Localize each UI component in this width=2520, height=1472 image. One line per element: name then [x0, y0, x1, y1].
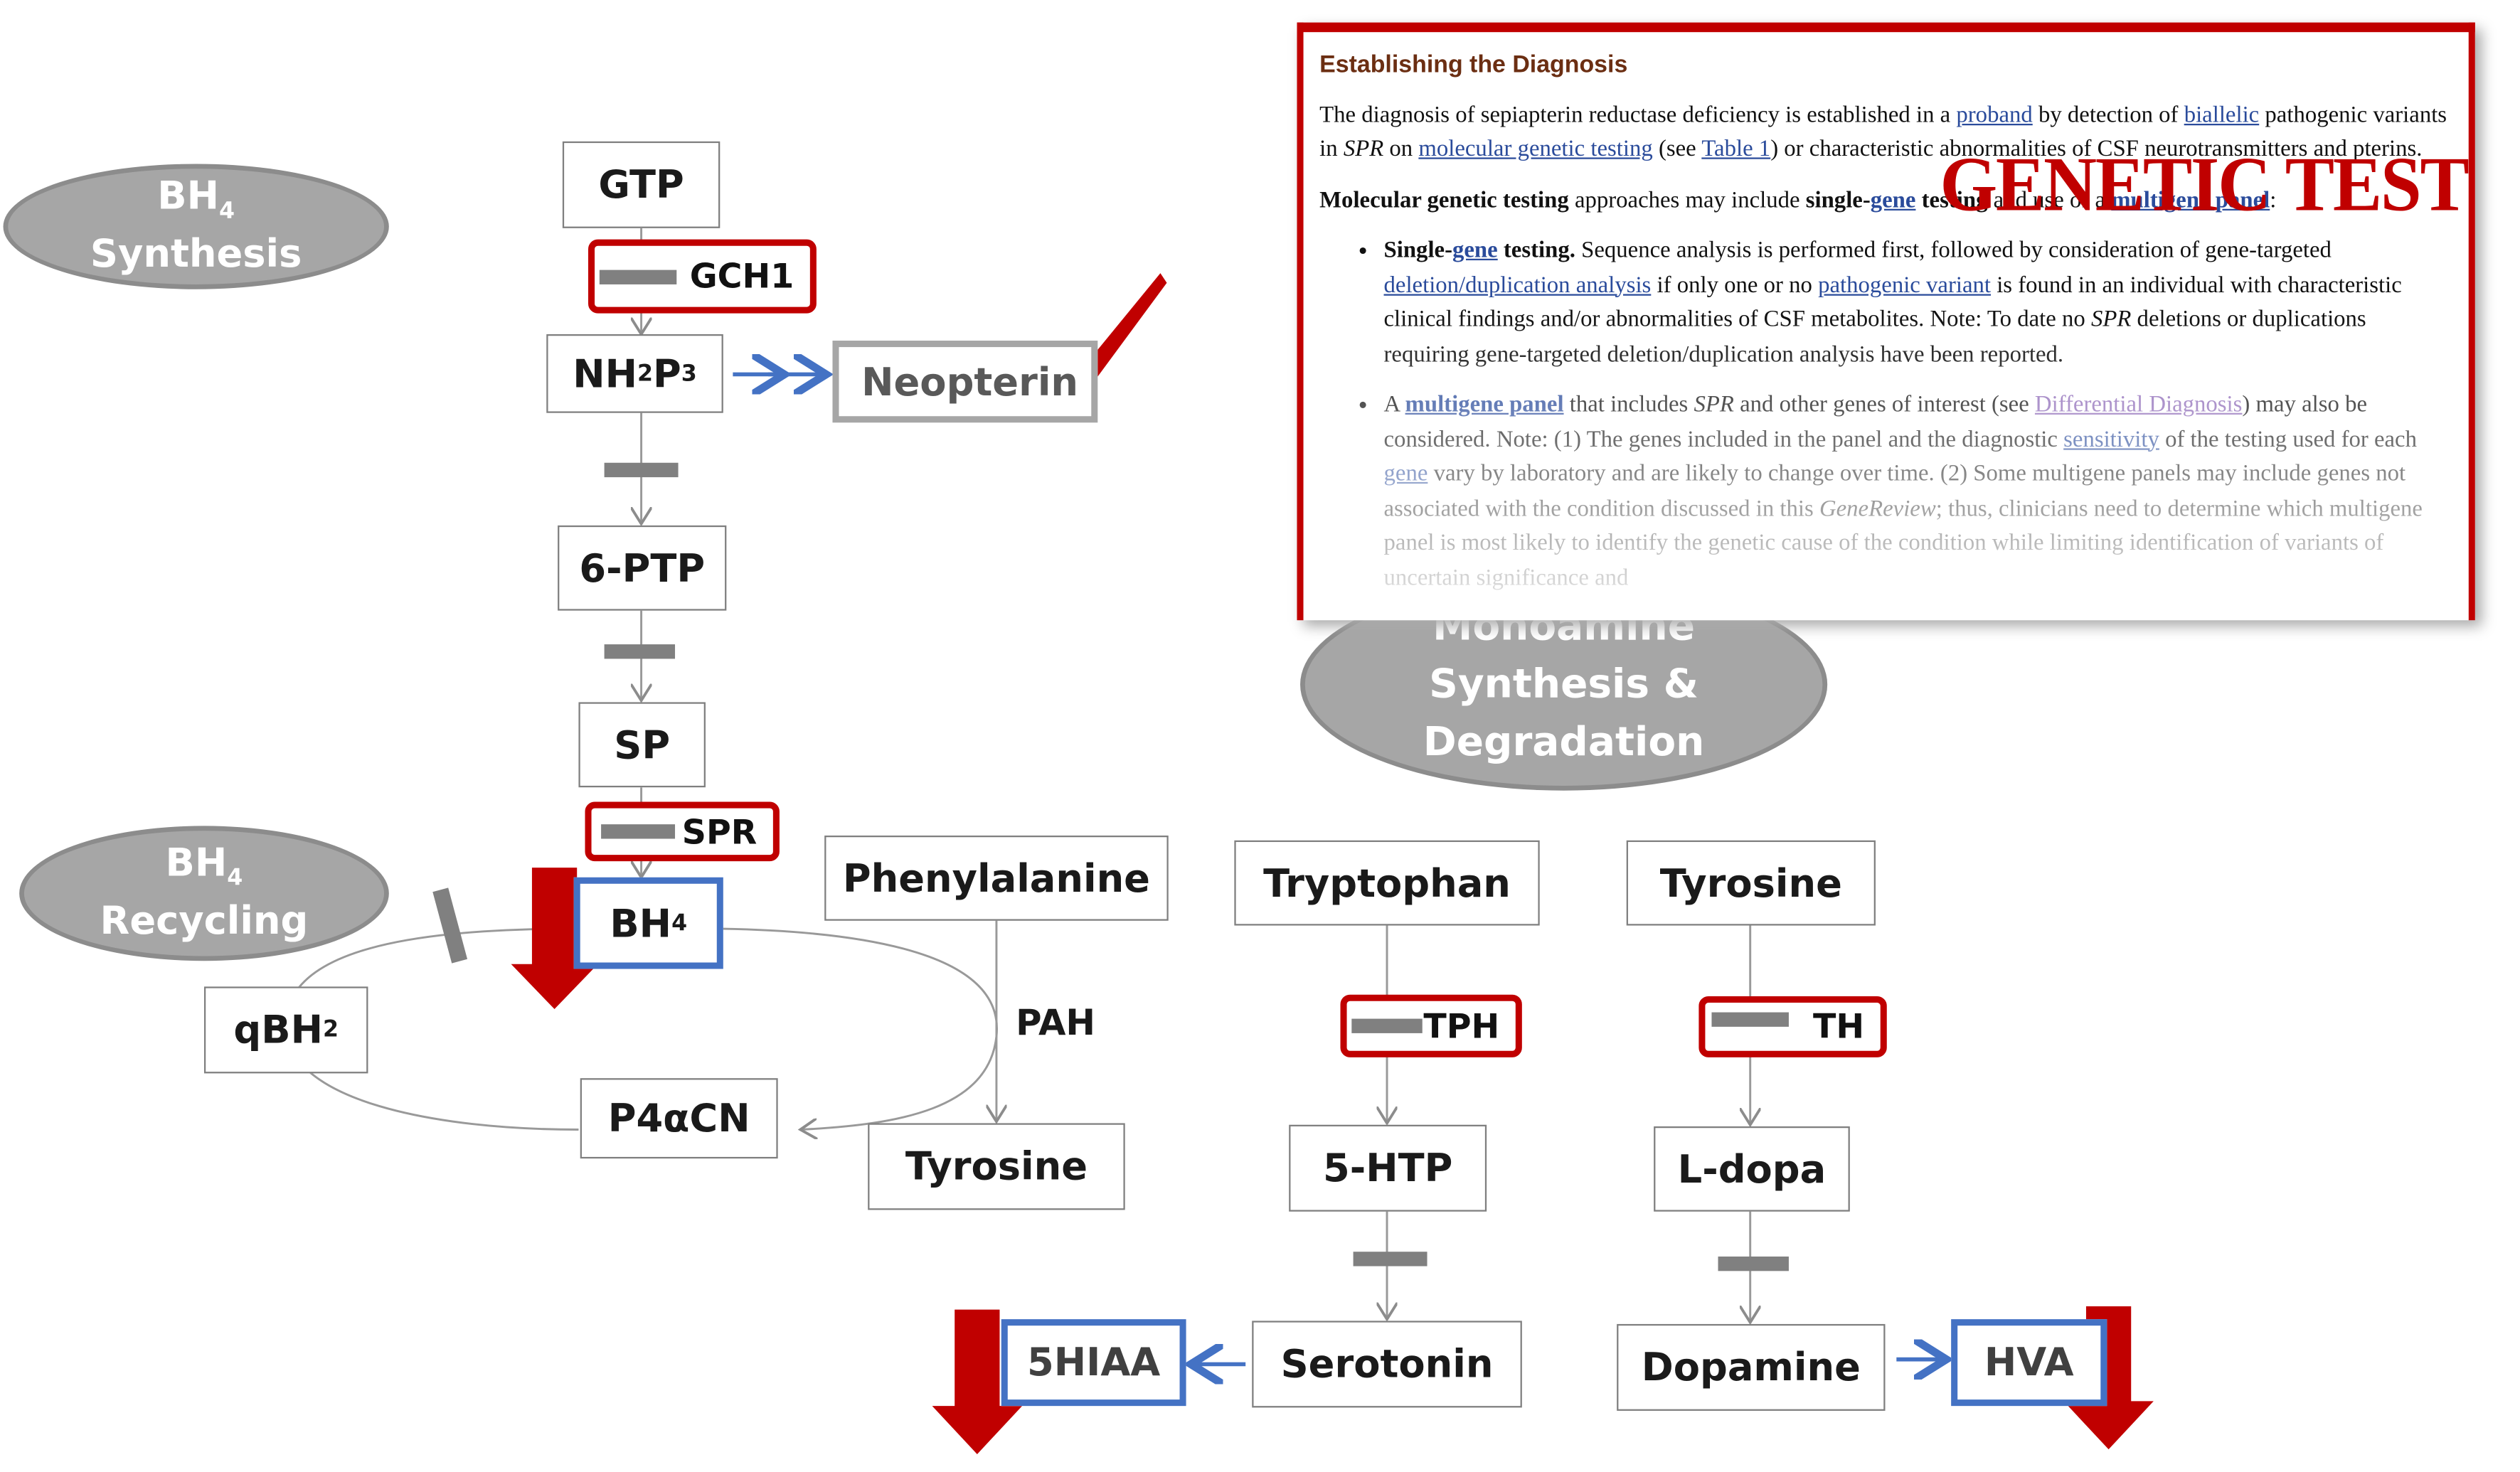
doc-bullet-1: Single-gene testing. Sequence analysis i…	[1384, 235, 2453, 373]
tyrosine-box-left: Tyrosine	[868, 1123, 1125, 1210]
doc-bullet-2: A multigene panel that includes SPR and …	[1384, 389, 2453, 596]
genetic-test-stamp: GENETIC TEST	[1940, 141, 2469, 228]
qbh2-box: qBH 2	[203, 986, 368, 1074]
link-molecular-genetic-testing[interactable]: molecular genetic testing	[1418, 137, 1652, 162]
link-biallelic[interactable]: biallelic	[2184, 102, 2260, 127]
doc-heading: Establishing the Diagnosis	[1319, 51, 1628, 79]
block-bar	[1718, 1257, 1789, 1271]
link-gene[interactable]: gene	[1452, 238, 1498, 263]
tryptophan-box: Tryptophan	[1234, 840, 1540, 926]
6-ptp-box: 6-PTP	[558, 525, 727, 611]
gtp-box: GTP	[562, 141, 721, 228]
pathway-figure: BH4 Synthesis BH4 Recycling GTP GCH1 NH 2 P 3…	[0, 0, 2520, 1472]
block-bar	[1353, 1252, 1428, 1266]
link-differential-diagnosis[interactable]: Differential Diagnosis	[2035, 392, 2242, 417]
link-proband[interactable]: proband	[1956, 102, 2032, 127]
spr-block-bar	[601, 824, 676, 839]
genereviews-excerpt: Establishing the Diagnosis The diagnosis…	[1297, 22, 2475, 621]
link-multigene-panel[interactable]: multigene panel	[1405, 392, 1564, 417]
link-gene[interactable]: gene	[1871, 187, 1916, 213]
5-htp-box: 5-HTP	[1289, 1124, 1487, 1212]
block-bar	[604, 462, 679, 478]
nh2p3-box: NH 2 P 3	[546, 334, 723, 413]
p4acn-box: P4αCN	[580, 1078, 778, 1159]
bh4-synthesis-ellipse: BH4 Synthesis	[3, 164, 389, 289]
block-bar	[604, 644, 676, 659]
bh4-recycling-ellipse: BH4 Recycling	[19, 826, 389, 961]
sp-box: SP	[578, 702, 706, 788]
link-table-1[interactable]: Table 1	[1701, 137, 1770, 162]
serotonin-box: Serotonin	[1252, 1321, 1522, 1408]
tph-block-bar	[1351, 1018, 1423, 1033]
th-block-bar	[1711, 1012, 1789, 1027]
bh4-box: BH 4	[573, 877, 723, 969]
link-deletion-duplication-analysis[interactable]: deletion/duplication analysis	[1384, 272, 1652, 298]
l-dopa-box: L-dopa	[1654, 1126, 1850, 1212]
hva-box: HVA	[1951, 1319, 2107, 1407]
tyrosine-box-right: Tyrosine	[1626, 840, 1876, 926]
link-pathogenic-variant[interactable]: pathogenic variant	[1818, 272, 1991, 298]
dopamine-box: Dopamine	[1617, 1323, 1886, 1411]
5hiaa-box: 5HIAA	[1001, 1319, 1186, 1407]
link-gene[interactable]: gene	[1384, 462, 1428, 487]
phenylalanine-box: Phenylalanine	[824, 835, 1169, 921]
neopterin-box: Neopterin	[832, 341, 1098, 423]
link-sensitivity[interactable]: sensitivity	[2063, 427, 2159, 452]
gch1-block-bar	[599, 270, 677, 284]
inhibition-bar	[432, 887, 468, 964]
pah-label: PAH	[1016, 1004, 1096, 1045]
